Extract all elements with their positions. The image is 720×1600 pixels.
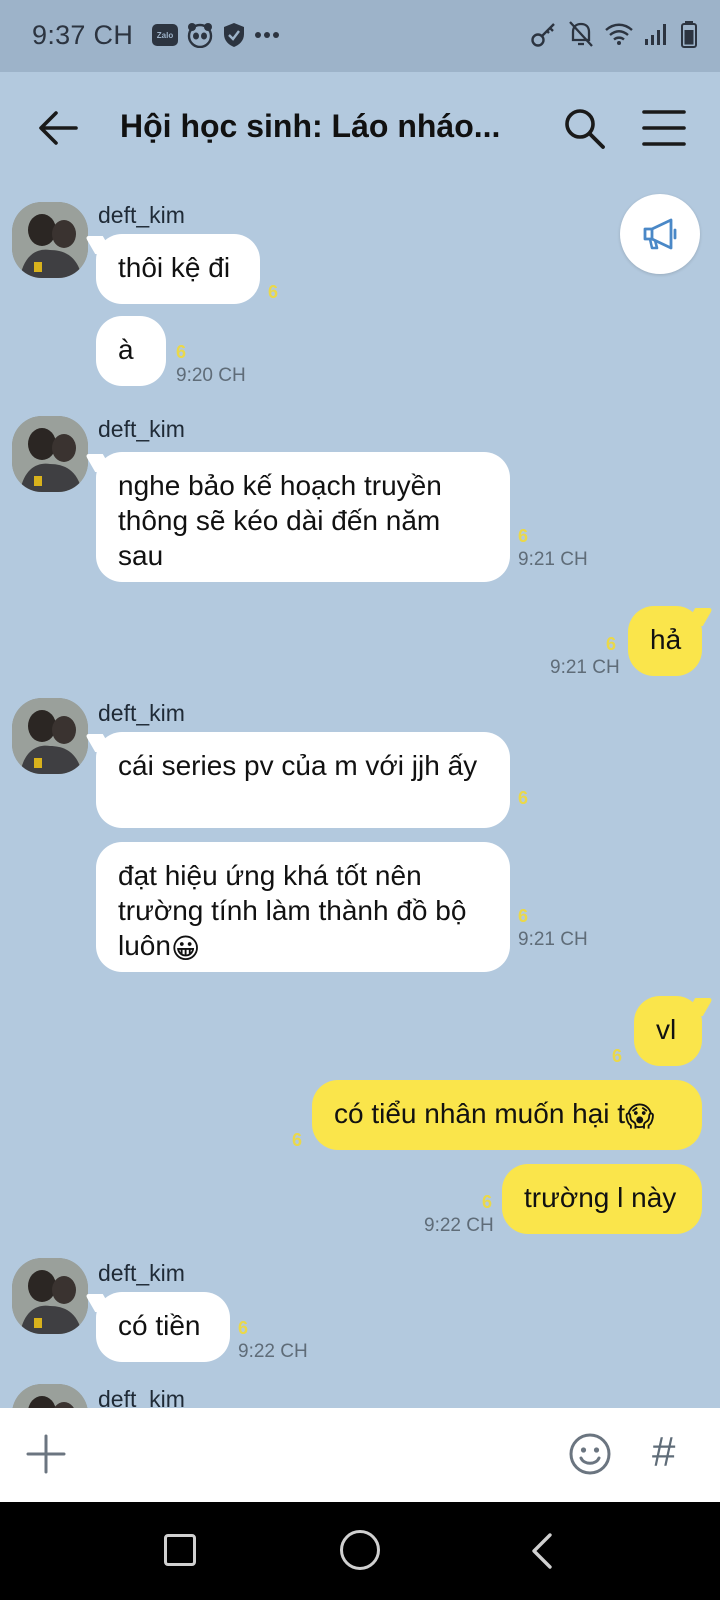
message-bubble[interactable]: thôi kệ đi	[96, 234, 260, 304]
chat-title[interactable]: Hội học sinh: Láo nháo...	[120, 108, 520, 145]
read-count: 6	[176, 342, 187, 362]
plus-icon[interactable]	[24, 1432, 68, 1476]
avatar[interactable]	[12, 202, 88, 278]
message-bubble[interactable]: à	[96, 316, 166, 386]
message-time: 9:21 CH	[518, 929, 588, 950]
menu-icon[interactable]	[640, 108, 688, 148]
battery-icon	[681, 21, 697, 48]
megaphone-icon	[643, 218, 677, 250]
shield-icon	[224, 23, 244, 47]
status-time: 9:37 CH	[32, 20, 134, 50]
message-text: vl	[656, 1014, 677, 1045]
read-count: 6	[292, 1130, 303, 1150]
message-text: hả	[650, 624, 682, 655]
read-count: 6	[238, 1318, 249, 1338]
message-list[interactable]: deft_kim thôi kệ đi 6 à 6 9:20 CH deft_k…	[0, 184, 720, 1408]
message-text: trường l này	[524, 1182, 677, 1213]
sender-name[interactable]: deft_kim	[98, 416, 185, 443]
home-icon[interactable]	[340, 1530, 380, 1570]
message-text: cái series pv của m với jjh ấy	[118, 750, 478, 781]
message-time: 9:22 CH	[424, 1215, 494, 1236]
recents-icon[interactable]	[164, 1534, 196, 1566]
back-arrow-icon[interactable]	[36, 106, 80, 150]
mute-icon	[569, 21, 593, 47]
hashtag-icon[interactable]: #	[652, 1428, 675, 1476]
scream-face-emoji: 😱	[625, 1101, 655, 1132]
system-nav-bar	[0, 1502, 720, 1600]
announcement-button[interactable]	[620, 194, 700, 274]
status-bar: 9:37 CH Zalo	[0, 0, 720, 72]
message-text: có tiểu nhân muốn hại t	[334, 1098, 626, 1129]
message-time: 9:21 CH	[550, 657, 620, 678]
message-bubble[interactable]: có tiểu nhân muốn hại t😱	[312, 1080, 702, 1150]
chat-header: Hội học sinh: Láo nháo...	[0, 72, 720, 184]
sender-name[interactable]: deft_kim	[98, 700, 185, 727]
avatar[interactable]	[12, 1258, 88, 1334]
avatar[interactable]	[12, 698, 88, 774]
grinning-face-emoji: 😀	[170, 933, 201, 964]
read-count: 6	[518, 788, 529, 808]
read-count: 6	[268, 282, 279, 302]
message-bubble[interactable]: hả	[628, 606, 702, 676]
key-icon	[531, 23, 555, 47]
search-icon[interactable]	[562, 106, 606, 150]
message-bubble[interactable]: vl	[634, 996, 702, 1066]
zalo-icon: Zalo	[152, 24, 178, 46]
message-text: nghe bảo kế hoạch truyền thông sẽ kéo dà…	[118, 470, 442, 571]
read-count: 6	[482, 1192, 493, 1212]
read-count: 6	[606, 634, 617, 654]
message-text: à	[118, 334, 134, 365]
more-dots-icon	[255, 32, 279, 38]
read-count: 6	[612, 1046, 623, 1066]
avatar[interactable]	[12, 416, 88, 492]
message-text: có tiền	[118, 1310, 201, 1341]
message-time: 9:22 CH	[238, 1341, 308, 1362]
sender-name[interactable]: deft_kim	[98, 1386, 185, 1408]
message-input-bar: #	[0, 1408, 720, 1502]
signal-icon	[645, 24, 666, 45]
sender-name[interactable]: deft_kim	[98, 1260, 185, 1287]
message-bubble[interactable]: nghe bảo kế hoạch truyền thông sẽ kéo dà…	[96, 452, 510, 582]
read-count: 6	[518, 906, 529, 926]
message-text: thôi kệ đi	[118, 252, 231, 283]
message-bubble[interactable]: có tiền	[96, 1292, 230, 1362]
nav-back-icon[interactable]	[524, 1532, 560, 1570]
message-bubble[interactable]: đạt hiệu ứng khá tốt nên trường tính làm…	[96, 842, 510, 972]
sender-name[interactable]: deft_kim	[98, 202, 185, 229]
message-bubble[interactable]: cái series pv của m với jjh ấy	[96, 732, 510, 828]
panda-icon	[187, 23, 213, 48]
avatar[interactable]	[12, 1384, 88, 1408]
message-time: 9:21 CH	[518, 549, 588, 570]
read-count: 6	[518, 526, 529, 546]
wifi-icon	[605, 23, 633, 45]
message-time: 9:20 CH	[176, 365, 246, 386]
emoji-icon[interactable]	[568, 1432, 612, 1476]
message-bubble[interactable]: trường l này	[502, 1164, 702, 1234]
